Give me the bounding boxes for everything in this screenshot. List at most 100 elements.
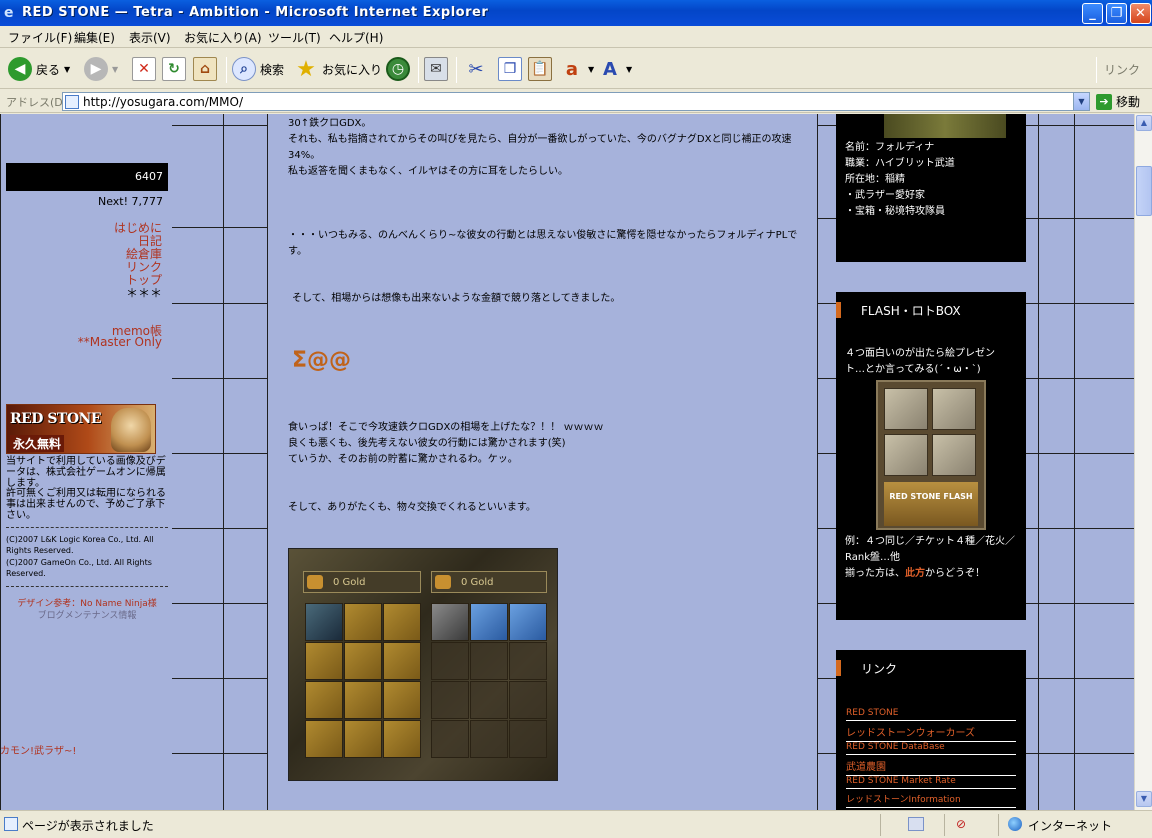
go-button[interactable]: ➔ 移動: [1096, 93, 1140, 110]
popup-icon: [908, 817, 924, 831]
link-rs-information[interactable]: レッドストーンInformation: [846, 792, 1016, 808]
chevron-down-icon[interactable]: ▼: [64, 65, 70, 74]
bottom-link[interactable]: カモン!武ラザ~!: [0, 746, 162, 757]
nav-master-only[interactable]: **Master Only: [78, 335, 162, 349]
link-rs-walkers[interactable]: レッドストーンウォーカーズ: [846, 724, 1016, 742]
title-bar: e RED STONE — Tetra - Ambition - Microso…: [0, 0, 1152, 26]
page-content: 6407 Next! 7,777 はじめに 日記 絵倉庫 リンク トップ ＊＊＊…: [0, 114, 1134, 810]
refresh-button[interactable]: ↻: [162, 55, 186, 83]
copy-icon: ❐: [498, 57, 522, 81]
forward-arrow-icon: ▶: [84, 57, 108, 81]
history-button[interactable]: ◷: [386, 55, 410, 83]
search-icon: ⌕: [232, 57, 256, 81]
menu-edit[interactable]: 編集(E): [74, 29, 115, 46]
character-portrait: [111, 408, 151, 452]
minimize-button[interactable]: _: [1082, 3, 1103, 24]
gold-left: 0 Gold: [333, 577, 366, 588]
address-url[interactable]: http://yosugara.com/MMO/: [83, 95, 243, 109]
maximize-button[interactable]: ❐: [1106, 3, 1127, 24]
history-icon: ◷: [386, 57, 410, 81]
page-done-icon: [4, 817, 18, 831]
menu-file[interactable]: ファイル(F): [8, 29, 72, 46]
post-paragraph: 私も返答を聞くまもなく、イルヤはその方に耳をしたらしい。: [288, 166, 568, 177]
back-arrow-icon: ◀: [8, 57, 32, 81]
inventory-slot: [431, 642, 469, 680]
menu-view[interactable]: 表示(V): [129, 29, 171, 46]
copy-button[interactable]: ❐: [498, 55, 522, 83]
font-button[interactable]: A ▼: [598, 55, 632, 83]
menu-favorites[interactable]: お気に入り(A): [184, 29, 262, 46]
forward-button[interactable]: ▶ ▼: [84, 55, 118, 83]
link-rs-market-rate[interactable]: RED STONE Market Rate: [846, 776, 1016, 789]
blog-maintenance[interactable]: ブログメンテナンス情報: [6, 611, 168, 622]
scissors-icon: ✂: [468, 58, 484, 80]
scroll-down-icon[interactable]: ▼: [1136, 791, 1152, 807]
redstone-banner[interactable]: RED STONE 永久無料: [6, 404, 156, 454]
inventory-slot: [470, 642, 508, 680]
mail-button[interactable]: ✉: [424, 55, 448, 83]
post-paragraph: 食いっぱ！そこで今攻速鉄クロGDXの相場を上げたな？！！ ｗｗｗｗ: [288, 422, 604, 433]
inventory-slot: [344, 720, 382, 758]
inventory-slot: [305, 642, 343, 680]
stop-icon: ✕: [132, 57, 156, 81]
favorites-button[interactable]: ★ お気に入り: [294, 55, 382, 83]
search-button[interactable]: ⌕ 検索: [232, 55, 284, 83]
refresh-icon: ↻: [162, 57, 186, 81]
scroll-thumb[interactable]: [1136, 166, 1152, 216]
inventory-slot: [431, 720, 469, 758]
copyright-lk: (C)2007 L&K Logic Korea Co., Ltd. All Ri…: [6, 535, 154, 555]
nav-stars: ＊＊＊: [125, 286, 162, 300]
menu-help[interactable]: ヘルプ(H): [329, 29, 383, 46]
inventory-slot: [383, 720, 421, 758]
gold-icon: [307, 575, 323, 589]
inventory-slot: [383, 603, 421, 641]
back-button[interactable]: ◀ 戻る ▼: [8, 55, 70, 83]
home-button[interactable]: ⌂: [193, 55, 217, 83]
post-paragraph: 良くも悪くも、後先考えない彼女の行動には驚かされます(笑): [288, 438, 566, 449]
link-rs-database[interactable]: RED STONE DataBase: [846, 742, 1016, 755]
paste-button[interactable]: 📋: [528, 55, 552, 83]
lotto-slot: [884, 434, 928, 476]
link-budo-farm[interactable]: 武道農園: [846, 758, 1016, 776]
scroll-up-icon[interactable]: ▲: [1136, 115, 1152, 131]
post-paragraph: そして、相場からは想像も出来ないような金額で競り落としてきました。: [292, 293, 621, 304]
address-label: アドレス(D): [6, 96, 68, 109]
inventory-slot: [509, 642, 547, 680]
translate-button[interactable]: a ▼: [560, 55, 594, 83]
lotto-slot: [884, 388, 928, 430]
menu-tools[interactable]: ツール(T): [268, 29, 321, 46]
flash-lotto-box: FLASH・ロトBOX ４つ面白いのが出たら絵プレゼン ト…とか言ってみる(´・…: [836, 292, 1026, 620]
flash-link[interactable]: 此方: [905, 568, 925, 579]
internet-zone-icon: [1008, 817, 1022, 831]
vertical-scrollbar[interactable]: ▲ ▼: [1134, 114, 1152, 810]
address-dropdown-icon[interactable]: ▼: [1073, 93, 1089, 110]
cut-button[interactable]: ✂: [464, 55, 488, 83]
design-credit[interactable]: デザイン参考：No Name Ninja様: [6, 599, 168, 610]
trade-window-screenshot: 0 Gold 0 Gold: [288, 548, 558, 781]
paste-icon: 📋: [528, 57, 552, 81]
blocked-icon: ⊘: [956, 817, 967, 831]
page-icon: [65, 95, 79, 109]
ie-icon: e: [4, 5, 14, 21]
copyright-notice-2: 許可無くご利用又は転用になられる事は出来ませんので、予めご了承下さい。: [6, 488, 166, 521]
star-icon: ★: [296, 56, 316, 82]
inventory-slot: [344, 603, 382, 641]
inventory-slot: [305, 681, 343, 719]
profile-image: [884, 114, 1006, 138]
post-paragraph: ていうか、そのお前の貯蓄に驚かされるわ。ケッ。: [288, 454, 518, 465]
emote-text: Σ@@: [292, 348, 352, 373]
link-red-stone[interactable]: RED STONE: [846, 708, 1016, 721]
links-toolbar[interactable]: リンク: [1104, 61, 1140, 78]
inventory-slot: [431, 603, 469, 641]
close-button[interactable]: ✕: [1130, 3, 1151, 24]
flash-lotto-card[interactable]: RED STONE FLASH: [876, 380, 986, 530]
menu-bar: ファイル(F) 編集(E) 表示(V) お気に入り(A) ツール(T) ヘルプ(…: [0, 26, 1152, 72]
security-zone: インターネット: [1028, 819, 1113, 833]
status-bar: ページが表示されました ⊘ インターネット: [0, 810, 1152, 838]
toolbar: ◀ 戻る ▼ ▶ ▼ ✕ ↻ ⌂ ⌕ 検索 ★ お気に入り ◷ ✉ ✂ ❐ 📋 …: [0, 49, 1152, 89]
address-input[interactable]: http://yosugara.com/MMO/ ▼: [62, 92, 1090, 111]
inventory-slot: [509, 681, 547, 719]
address-bar: アドレス(D) http://yosugara.com/MMO/ ▼ ➔ 移動: [0, 90, 1152, 113]
inventory-slot: [344, 642, 382, 680]
stop-button[interactable]: ✕: [132, 55, 156, 83]
